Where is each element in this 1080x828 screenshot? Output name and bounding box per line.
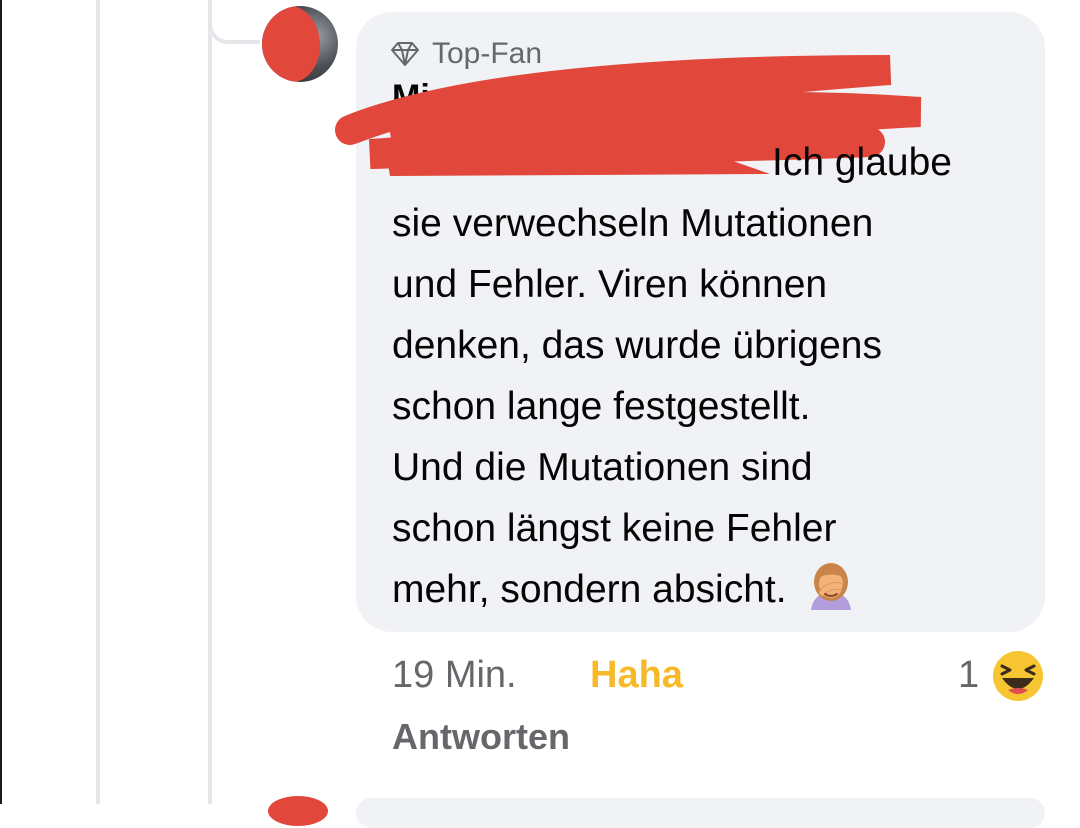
thread-line-inner bbox=[208, 0, 212, 804]
laughing-face-icon[interactable] bbox=[992, 650, 1044, 702]
comment-line: denken, das wurde übrigens bbox=[392, 324, 882, 367]
avatar-redaction bbox=[262, 6, 320, 82]
reply-button[interactable]: Antworten bbox=[392, 716, 570, 758]
next-comment-bubble bbox=[356, 798, 1045, 828]
next-comment-avatar[interactable] bbox=[268, 796, 328, 826]
comment-line: sie verwechseln Mutationen bbox=[392, 202, 874, 245]
screen-edge bbox=[0, 0, 2, 804]
woman-facepalming-icon bbox=[810, 562, 851, 610]
comment-line: Und die Mutationen sind bbox=[392, 446, 813, 489]
comment-timestamp[interactable]: 19 Min. bbox=[392, 654, 517, 697]
comment-line: schon längst keine Fehler bbox=[392, 507, 837, 550]
comment-line: ...Ich glaube bbox=[772, 141, 952, 184]
comment-line: und Fehler. Viren können bbox=[392, 263, 828, 306]
haha-reaction-link[interactable]: Haha bbox=[590, 654, 683, 697]
comment-line: schon lange festgestellt. bbox=[392, 385, 811, 428]
avatar[interactable] bbox=[262, 6, 338, 82]
comment-line: mehr, sondern absicht. bbox=[392, 559, 1032, 620]
reply-connector bbox=[208, 0, 260, 44]
comment-text: ...Ich glaube sie verwechseln Mutationen… bbox=[392, 132, 1032, 620]
reaction-count[interactable]: 1 bbox=[958, 654, 979, 697]
thread-line-outer bbox=[96, 0, 100, 804]
